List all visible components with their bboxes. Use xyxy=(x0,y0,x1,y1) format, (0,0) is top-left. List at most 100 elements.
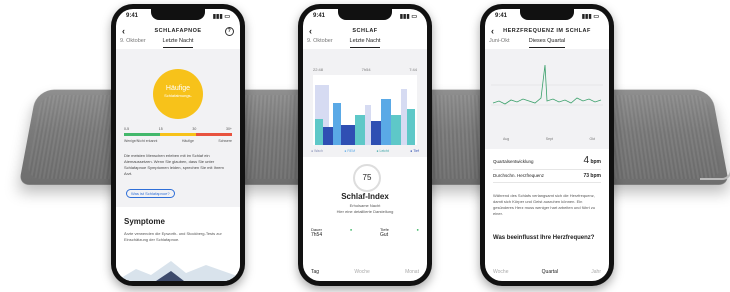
back-chevron-icon[interactable]: ‹ xyxy=(491,25,495,37)
period-tabs: Juni-Okt Dieses Quartal xyxy=(485,38,609,48)
result-sublabel: Schlafatmungs- xyxy=(164,93,192,98)
legend-deep: Tief xyxy=(410,149,419,153)
tab-this-quarter[interactable]: Dieses Quartal xyxy=(528,38,566,48)
signal-battery-icon: ▮▮▮ ▭ xyxy=(399,14,417,20)
tab-previous[interactable]: 9. Oktober xyxy=(307,38,333,44)
status-dot-icon: ● xyxy=(416,227,419,232)
severity-scale xyxy=(124,133,232,136)
info-paragraph: Während des Schlafs verlangsamt sich die… xyxy=(493,193,596,216)
status-time: 9:41 xyxy=(313,13,326,19)
scale-num: 0-5 xyxy=(124,127,130,131)
scale-num: 15 xyxy=(158,127,163,131)
phone-notch xyxy=(338,9,392,20)
phone-screen: 9:41 ▮▮▮ ▭ ‹ SCHLAFAPNOE ? 9. Oktober Le… xyxy=(116,9,240,281)
signal-battery-icon: ▮▮▮ ▭ xyxy=(212,14,230,20)
result-label: Häufige xyxy=(165,85,191,92)
graph-duration: 7h54 xyxy=(361,67,371,72)
tab-previous[interactable]: Juni-Okt xyxy=(489,38,509,44)
info-paragraph: Die meisten Menschen erleben mit im Schl… xyxy=(124,153,224,176)
mat-cable xyxy=(700,150,730,180)
symptoms-title: Symptome xyxy=(124,217,165,226)
legend-light: Leicht xyxy=(376,149,389,153)
back-chevron-icon[interactable]: ‹ xyxy=(122,25,126,37)
bottom-period-tabs: Tag Woche Monat xyxy=(311,269,419,275)
period-tabs: 9. Oktober Letzte Nacht xyxy=(303,38,427,48)
scale-red xyxy=(196,133,232,136)
nav-bar: ‹ HERZFREQUENZ IM SCHLAF xyxy=(485,25,609,37)
score-title: Schlaf-Index xyxy=(341,192,389,201)
period-tabs: 9. Oktober Letzte Nacht xyxy=(116,38,240,48)
month-label: Okt xyxy=(589,137,595,141)
phone-sleep-apnea: 9:41 ▮▮▮ ▭ ‹ SCHLAFAPNOE ? 9. Oktober Le… xyxy=(111,4,245,286)
trend-unit: bpm xyxy=(590,159,601,165)
stat-value: Gut xyxy=(380,232,389,238)
page-title: SCHLAF xyxy=(352,28,378,34)
month-label: Sept xyxy=(545,137,553,141)
graph-month-labels: Aug Sept Okt xyxy=(503,137,595,141)
scale-num: 30 xyxy=(192,127,197,131)
tab-previous[interactable]: 9. Oktober xyxy=(120,38,146,44)
phone-heart-rate: 9:41 ▮▮▮ ▭ ‹ HERZFREQUENZ IM SCHLAF Juni… xyxy=(480,4,614,286)
tab-week[interactable]: Woche xyxy=(493,269,508,275)
page-title: HERZFREQUENZ IM SCHLAF xyxy=(503,28,591,34)
legend-rem: REM xyxy=(344,149,355,153)
graph-start-time: 22:48 xyxy=(313,67,324,72)
scale-labels: Wenige/Nicht erkannt Häufige Schwere xyxy=(124,139,232,143)
status-dot-icon: ● xyxy=(349,227,353,232)
heart-rate-graph xyxy=(491,55,603,135)
row-value: 4 bpm xyxy=(583,155,601,166)
score-subtitle: Erholsame Nacht Hier eine detaillierte D… xyxy=(303,203,427,215)
scale-label: Wenige/Nicht erkannt xyxy=(124,139,158,143)
stage-legend: Wach REM Leicht Tief xyxy=(311,149,419,153)
scale-green xyxy=(124,133,160,136)
mountain-illustration xyxy=(116,261,240,281)
row-value: 73 bpm xyxy=(583,173,601,179)
stats-row: Dauer 7h54 ● Tiefe Gut ● xyxy=(311,227,419,238)
sleep-stages-graph xyxy=(313,75,417,145)
stat-duration: Dauer 7h54 xyxy=(311,227,322,238)
tab-week[interactable]: Woche xyxy=(354,269,369,275)
content-area: Häufige Schlafatmungs- 0-5 15 30 30+ Wen… xyxy=(116,49,240,281)
row-label: Durchschn. Herzfrequenz xyxy=(493,173,545,178)
apnea-result-circle: Häufige Schlafatmungs- xyxy=(153,69,203,119)
what-is-apnea-button[interactable]: Was ist Schlafapnoe? xyxy=(126,189,175,198)
scale-num: 30+ xyxy=(226,127,232,131)
back-chevron-icon[interactable]: ‹ xyxy=(309,25,313,37)
quarter-trend-row: Quartalsentwicklung 4 bpm xyxy=(493,155,601,170)
tab-year[interactable]: Jahr xyxy=(591,269,601,275)
status-time: 9:41 xyxy=(126,13,139,19)
tab-quarter[interactable]: Quartal xyxy=(542,269,558,275)
symptoms-text: Ärzte verwenden die Epworth- und Stockbe… xyxy=(124,231,222,242)
bottom-period-tabs: Woche Quartal Jahr xyxy=(493,269,601,275)
score-ring: 75 xyxy=(353,164,381,192)
page-title: SCHLAFAPNOE xyxy=(154,28,202,34)
tab-last-night[interactable]: Letzte Nacht xyxy=(162,38,194,48)
graph-time-labels: 22:48 7h54 7:44 xyxy=(313,67,417,72)
status-time: 9:41 xyxy=(495,13,508,19)
score-sub-line1: Erholsame Nacht xyxy=(349,203,381,208)
stat-value: 7h54 xyxy=(311,232,323,238)
stat-depth: Tiefe Gut xyxy=(380,227,389,238)
help-icon[interactable]: ? xyxy=(225,27,234,36)
graph-end-time: 7:44 xyxy=(409,67,417,72)
phone-sleep-score: 9:41 ▮▮▮ ▭ ‹ SCHLAF 9. Oktober Letzte Na… xyxy=(298,4,432,286)
trend-value: 4 xyxy=(583,155,590,166)
phone-notch xyxy=(151,9,205,20)
row-label: Quartalsentwicklung xyxy=(493,159,534,164)
phone-notch xyxy=(520,9,574,20)
scale-numbers: 0-5 15 30 30+ xyxy=(124,127,232,131)
signal-battery-icon: ▮▮▮ ▭ xyxy=(581,14,599,20)
scale-yellow xyxy=(160,133,196,136)
tab-last-night[interactable]: Letzte Nacht xyxy=(349,38,381,48)
scale-label: Häufige xyxy=(181,139,194,143)
tab-month[interactable]: Monat xyxy=(405,269,419,275)
influence-title: Was beeinflusst Ihre Herzfrequenz? xyxy=(493,235,595,241)
tab-day[interactable]: Tag xyxy=(311,269,319,275)
nav-bar: ‹ SCHLAF xyxy=(303,25,427,37)
scale-label: Schwere xyxy=(218,139,232,143)
avg-heart-rate-row: Durchschn. Herzfrequenz 73 bpm xyxy=(493,173,601,183)
phone-screen: 9:41 ▮▮▮ ▭ ‹ HERZFREQUENZ IM SCHLAF Juni… xyxy=(485,9,609,281)
legend-awake: Wach xyxy=(311,149,323,153)
score-sub-line2: Hier eine detaillierte Darstellung xyxy=(336,209,394,214)
phone-screen: 9:41 ▮▮▮ ▭ ‹ SCHLAF 9. Oktober Letzte Na… xyxy=(303,9,427,281)
